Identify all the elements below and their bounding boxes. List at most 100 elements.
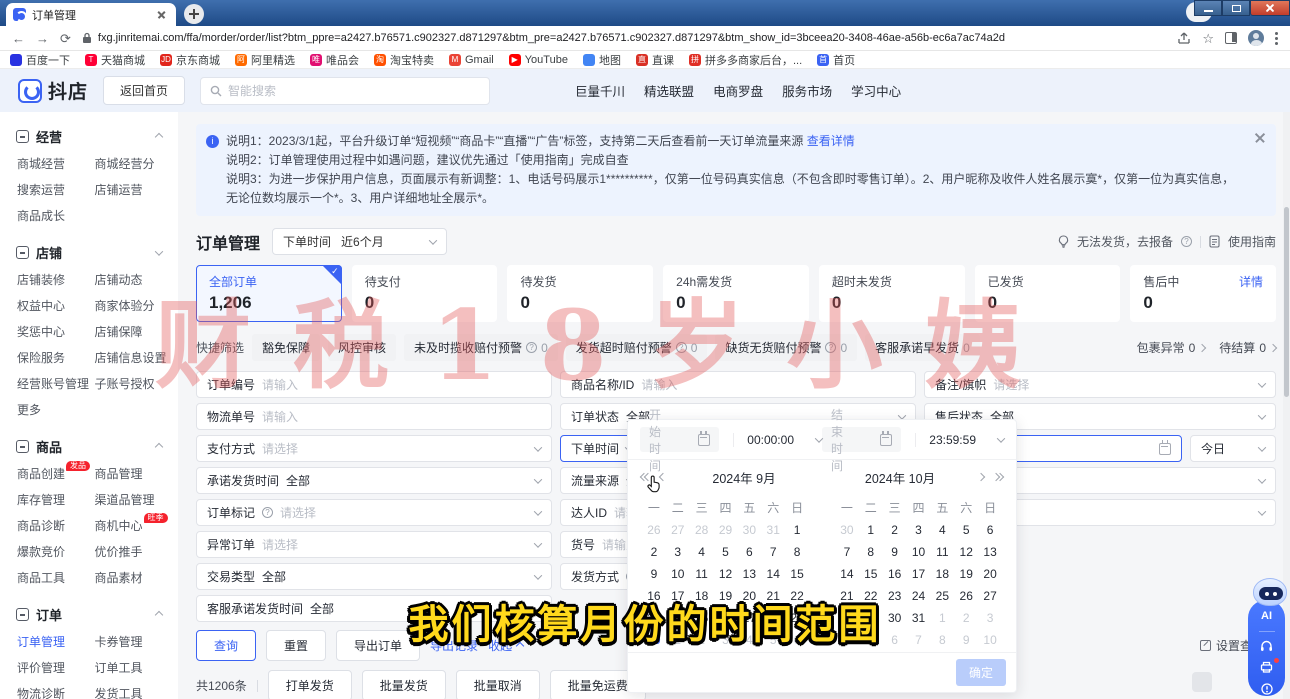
calendar-day[interactable]: 5 [714,542,738,563]
reset-button[interactable]: 重置 [266,630,326,661]
calendar-day[interactable]: 21 [835,586,859,607]
calendar-day[interactable]: 6 [785,630,809,651]
calendar-day[interactable]: 28 [761,608,785,629]
next-year-button[interactable] [993,474,1003,480]
forward-icon[interactable]: → [36,32,49,45]
sidebar-item[interactable]: 子账号授权 [95,375,173,392]
calendar-day[interactable]: 10 [907,542,931,563]
sidebar-item[interactable]: 商城经营分 [95,155,173,172]
calendar-day[interactable]: 13 [737,564,761,585]
calendar-day[interactable]: 2 [690,630,714,651]
sidebar-item[interactable]: 爆款竞价 [17,543,95,560]
card-detail-link[interactable]: 详情 [1239,273,1263,290]
calendar-day[interactable]: 6 [978,520,1002,541]
calendar-day[interactable]: 12 [954,542,978,563]
sidebar-item[interactable]: 商城经营 [17,155,95,172]
calendar-day[interactable]: 6 [883,630,907,651]
calendar-day[interactable]: 7 [835,542,859,563]
share-icon[interactable] [1177,32,1191,45]
abnormal-order-select[interactable]: 异常订单请选择 [196,531,552,558]
batch-button[interactable]: 打单发货 [268,670,352,699]
calendar-day[interactable]: 19 [954,564,978,585]
tracking-no-input[interactable] [262,410,541,424]
calendar-day[interactable]: 10 [978,630,1002,651]
window-maximize-button[interactable] [1222,0,1250,16]
calendar-day[interactable]: 20 [737,586,761,607]
sidebar-section-header[interactable]: 订单 [0,598,178,631]
start-date-input[interactable]: 开始时间 [640,427,719,452]
app-menu-item[interactable]: 精选联盟 [644,81,694,100]
calendar-day[interactable]: 15 [785,564,809,585]
order-no-field[interactable]: 订单编号 [196,371,552,398]
status-card[interactable]: 待发货 0 [507,265,653,322]
calendar-day[interactable]: 9 [642,564,666,585]
sidebar-item[interactable]: 保险服务 [17,349,95,366]
batch-button[interactable]: 批量取消 [456,670,540,699]
scroll-top-button[interactable] [1192,672,1212,692]
calendar-day[interactable]: 17 [666,586,690,607]
calendar-day[interactable]: 4 [690,542,714,563]
calendar-day[interactable]: 1 [859,520,883,541]
calendar-day[interactable]: 27 [666,520,690,541]
browser-menu-icon[interactable] [1275,32,1278,45]
sidebar-item[interactable]: 订单工具 [95,659,173,676]
calendar-day[interactable]: 13 [978,542,1002,563]
promise-ship-time-select[interactable]: 承诺发货时间全部 [196,467,552,494]
product-field[interactable]: 商品名称/ID [560,371,916,398]
address-bar[interactable]: fxg.jinritemai.com/ffa/morder/order/list… [82,29,1166,48]
calendar-day[interactable]: 15 [859,564,883,585]
sidebar-item[interactable]: 更多 [17,401,95,418]
calendar-day[interactable]: 30 [883,608,907,629]
calendar-day[interactable]: 1 [666,630,690,651]
calendar-day[interactable]: 29 [785,608,809,629]
calendar-day[interactable]: 3 [907,520,931,541]
collapse-link[interactable]: 收起 [488,637,523,654]
sidebar-item[interactable]: 奖惩中心 [17,323,95,340]
sidebar-item[interactable]: 商品诊断 [17,517,95,534]
calendar-day[interactable]: 5 [761,630,785,651]
sidebar-item[interactable]: 商家体验分 [95,297,173,314]
calendar-day[interactable]: 6 [737,542,761,563]
alert-icon[interactable] [1257,681,1277,696]
calendar-day[interactable]: 7 [907,630,931,651]
sidebar-item[interactable]: 店铺保障 [95,323,173,340]
right-month-title[interactable]: 2024年 10月 [822,468,978,487]
calendar-day[interactable]: 26 [642,520,666,541]
calendar-day[interactable]: 2 [883,520,907,541]
calendar-day[interactable]: 18 [930,564,954,585]
status-card[interactable]: 超时未发货 0 [819,265,965,322]
sidebar-item[interactable]: 卡券管理 [95,633,173,650]
calendar-day[interactable]: 28 [835,608,859,629]
calendar-day[interactable]: 2 [642,542,666,563]
calendar-day[interactable]: 31 [761,520,785,541]
calendar-day[interactable]: 29 [714,520,738,541]
calendar-day[interactable]: 29 [859,608,883,629]
sidebar-item[interactable]: 店铺装修 [17,271,95,288]
calendar-day[interactable]: 27 [737,608,761,629]
cannot-ship-report-link[interactable]: 无法发货，去报备 [1077,233,1173,250]
calendar-day[interactable]: 17 [907,564,931,585]
app-menu-item[interactable]: 服务市场 [782,81,832,100]
calendar-day[interactable]: 7 [761,542,785,563]
calendar-day[interactable]: 9 [954,630,978,651]
reload-icon[interactable]: ⟳ [60,32,71,45]
calendar-day[interactable]: 5 [859,630,883,651]
calendar-day[interactable]: 22 [785,586,809,607]
sidebar-item[interactable]: 渠道品管理 [95,491,173,508]
sidebar-section-header[interactable]: 店铺 [0,236,178,269]
bookmark-item[interactable]: 直 直课 [636,52,674,68]
sidebar-item[interactable]: 权益中心 [17,297,95,314]
calendar-day[interactable]: 21 [761,586,785,607]
today-select[interactable]: 今日 [1190,435,1276,462]
calendar-day[interactable]: 23 [642,608,666,629]
doudian-logo[interactable]: 抖店 [18,77,88,104]
calendar-day[interactable]: 8 [785,542,809,563]
cs-promise-ship-select[interactable]: 客服承诺发货时间全部 [196,595,552,622]
app-menu-item[interactable]: 学习中心 [851,81,901,100]
smart-search-box[interactable] [200,77,490,105]
status-card[interactable]: 全部订单 1,206 [196,265,342,322]
bookmark-item[interactable]: 首 首页 [817,52,855,68]
sidebar-item[interactable]: 搜索运营 [17,181,95,198]
status-card[interactable]: 待支付 0 [352,265,498,322]
bookmark-item[interactable]: 唯 唯品会 [310,52,359,68]
